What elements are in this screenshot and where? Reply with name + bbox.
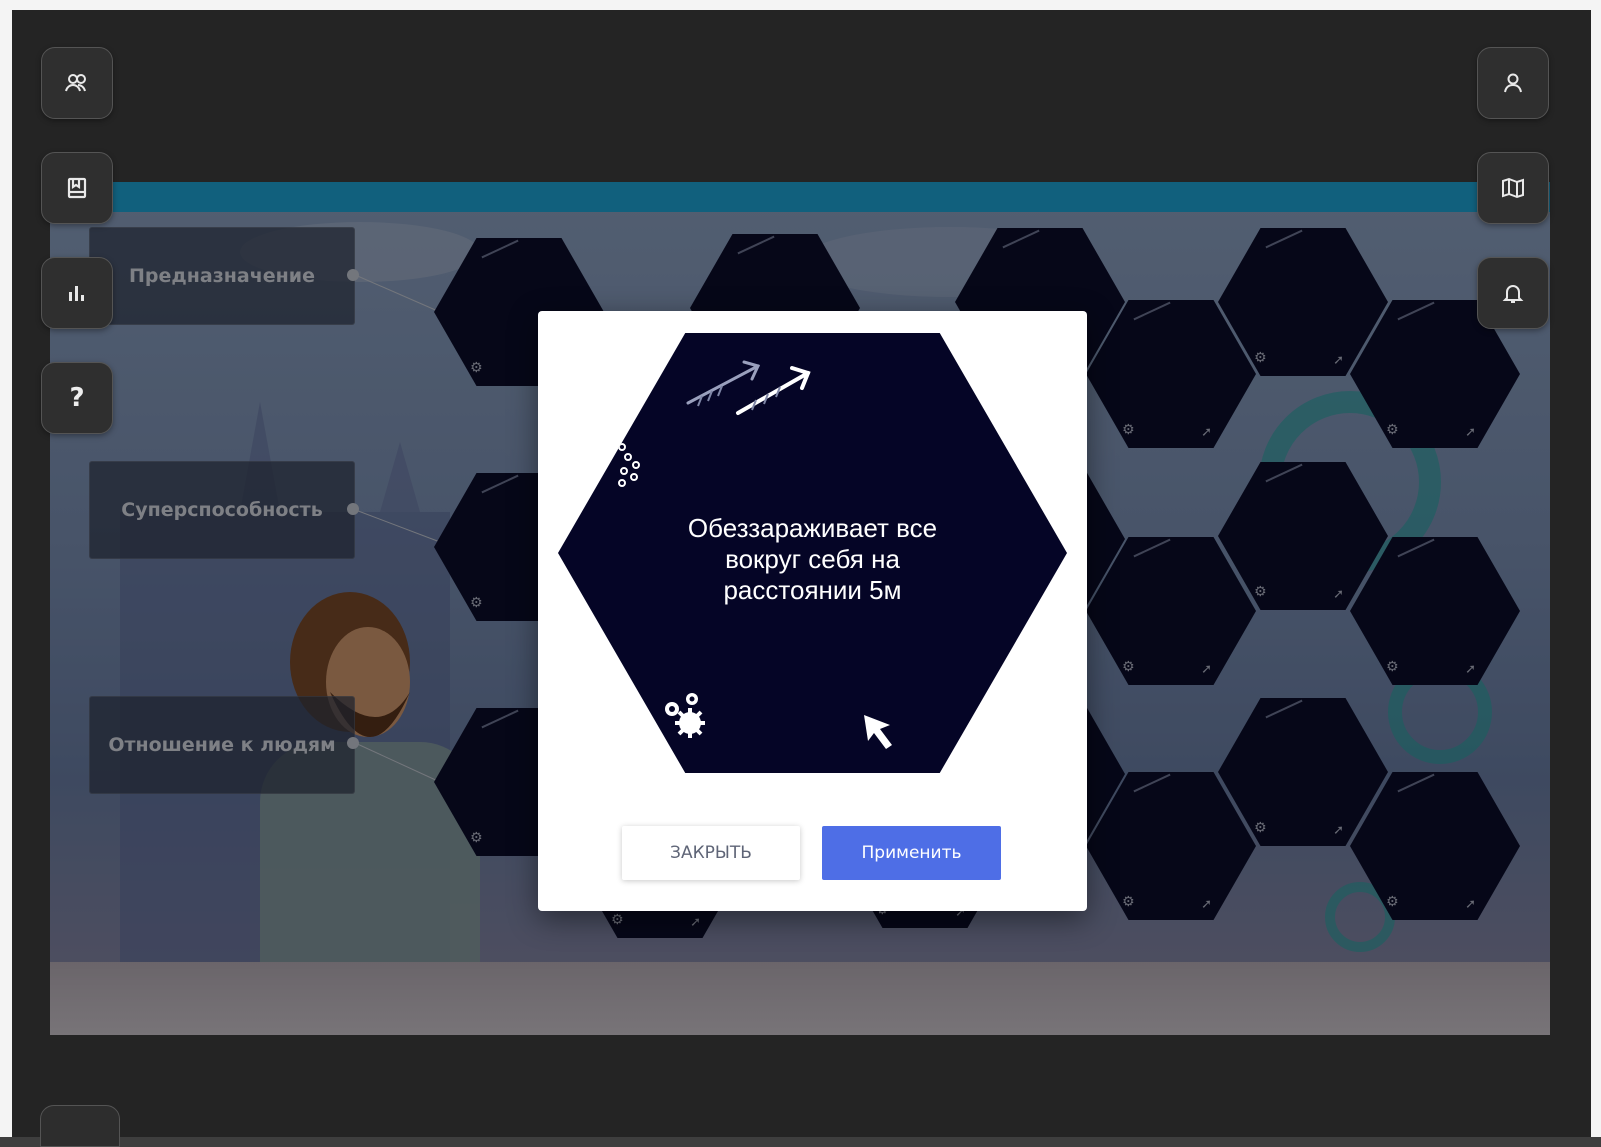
card-text: Обеззараживает все вокруг себя на рассто…: [687, 513, 938, 605]
bell-icon: [1502, 285, 1524, 303]
card-hexagon: Обеззараживает все вокруг себя на рассто…: [558, 333, 1067, 773]
help-icon: ?: [69, 383, 85, 413]
team-button[interactable]: [41, 47, 113, 119]
map-icon: [1502, 177, 1524, 199]
card-modal: Обеззараживает все вокруг себя на рассто…: [538, 311, 1087, 911]
help-button[interactable]: ?: [41, 362, 113, 434]
user-icon: [1504, 73, 1522, 93]
nodes-icon: [618, 443, 640, 487]
profile-button[interactable]: [1477, 47, 1549, 119]
gears-icon: [665, 693, 705, 738]
team-icon: [65, 74, 86, 92]
chart-button[interactable]: [41, 257, 113, 329]
close-button[interactable]: ЗАКРЫТЬ: [622, 826, 800, 880]
book-button[interactable]: [41, 152, 113, 224]
arrows-icon: [686, 360, 811, 415]
frame-top: [0, 0, 1601, 10]
frame-right: [1591, 0, 1601, 1137]
bottom-button[interactable]: [40, 1105, 120, 1147]
book-icon: [67, 177, 87, 199]
apply-button[interactable]: Применить: [822, 826, 1001, 880]
frame-left: [0, 0, 12, 1137]
chart-icon: [69, 286, 84, 301]
cursor-icon: [864, 715, 892, 749]
notifications-button[interactable]: [1477, 257, 1549, 329]
map-button[interactable]: [1477, 152, 1549, 224]
